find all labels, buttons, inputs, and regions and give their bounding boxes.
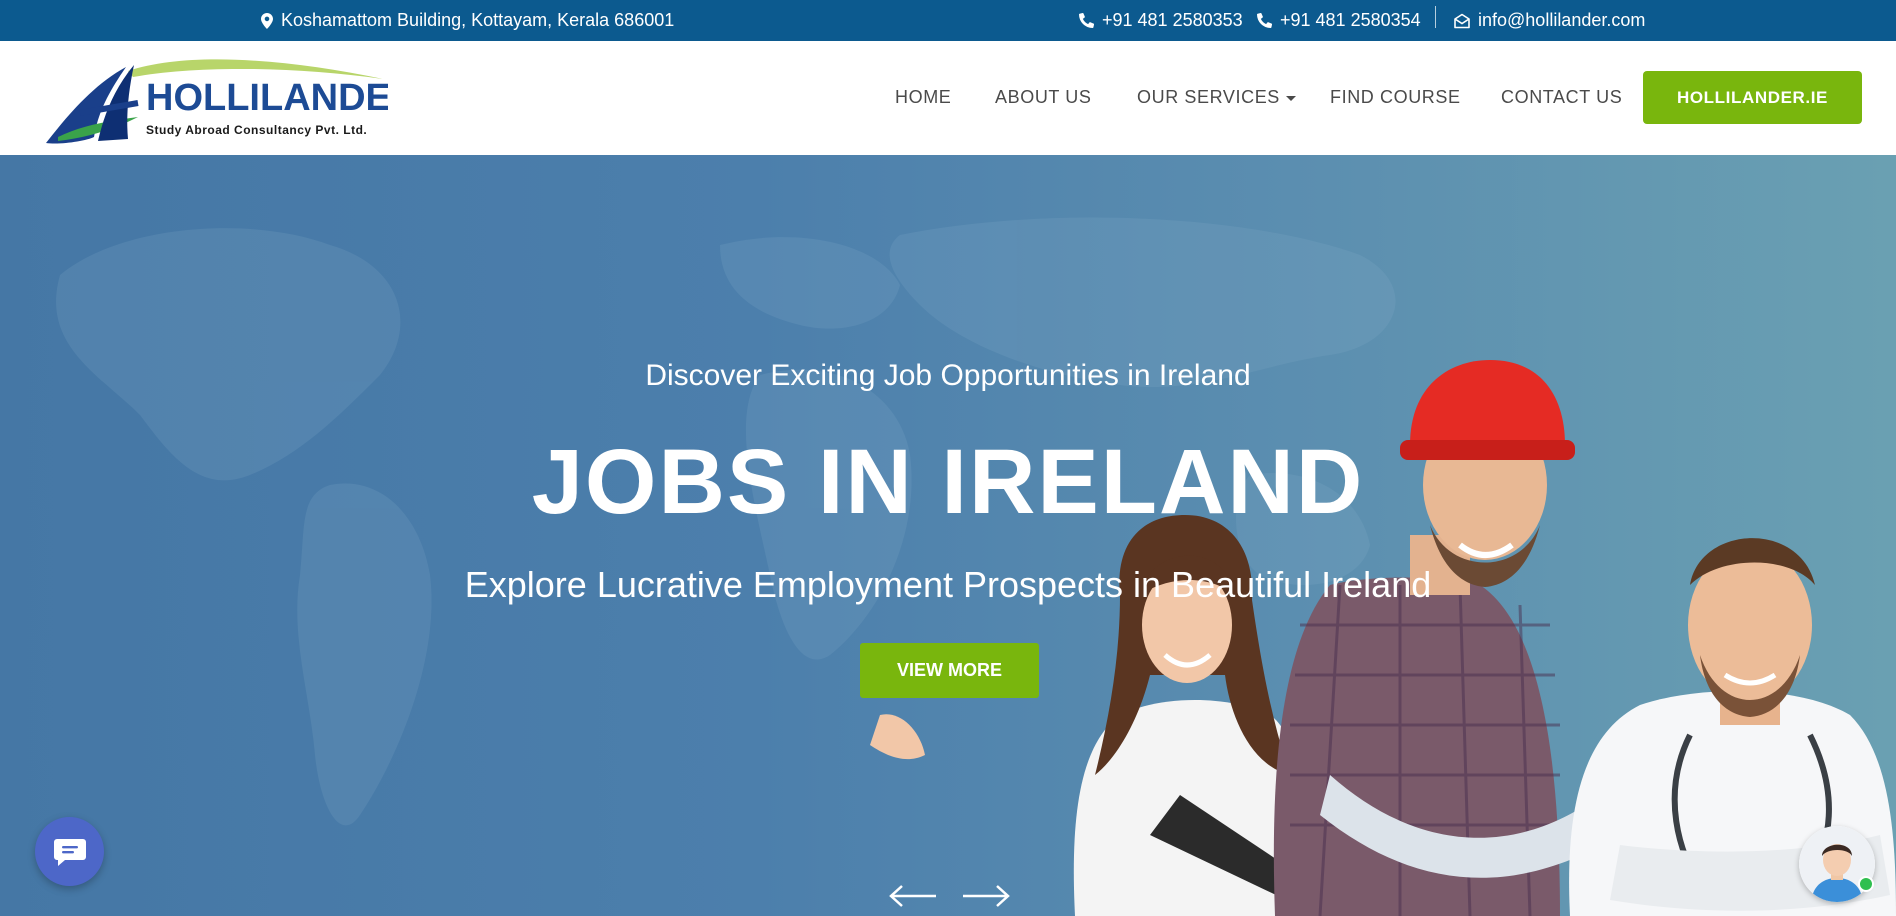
logo-brand-text: HOLLILANDER — [146, 77, 388, 119]
nav-our-services[interactable]: OUR SERVICES — [1137, 87, 1296, 108]
nav-contact-us[interactable]: CONTACT US — [1501, 87, 1622, 108]
phone-link-2[interactable]: +91 481 2580354 — [1257, 0, 1421, 41]
hollilander-ie-button[interactable]: HOLLILANDER.IE — [1643, 71, 1862, 124]
site-header: HOLLILANDER Study Abroad Consultancy Pvt… — [0, 41, 1896, 155]
nav-find-course[interactable]: FIND COURSE — [1330, 87, 1461, 108]
chat-widget-button[interactable] — [35, 817, 104, 886]
address-text: Koshamattom Building, Kottayam, Kerala 6… — [281, 10, 675, 30]
arrow-right-icon — [963, 885, 1010, 907]
phone-link-1[interactable]: +91 481 2580353 — [1079, 0, 1243, 41]
nav-our-services-label: OUR SERVICES — [1137, 87, 1280, 107]
phone-icon — [1257, 13, 1272, 28]
phone-number-2: +91 481 2580354 — [1280, 10, 1421, 30]
address-item: Koshamattom Building, Kottayam, Kerala 6… — [261, 0, 674, 41]
slider-next-arrow[interactable] — [961, 884, 1011, 908]
phone-icon — [1079, 13, 1094, 28]
hollilander-logo[interactable]: HOLLILANDER Study Abroad Consultancy Pvt… — [38, 55, 418, 145]
nav-about-us[interactable]: ABOUT US — [995, 87, 1092, 108]
phone-number-1: +91 481 2580353 — [1102, 10, 1243, 30]
chevron-down-icon — [1285, 95, 1296, 101]
chat-icon — [53, 838, 86, 866]
slider-prev-arrow[interactable] — [888, 884, 938, 908]
nav-home[interactable]: HOME — [895, 87, 951, 108]
online-status-indicator — [1858, 876, 1874, 892]
logo-tagline-text: Study Abroad Consultancy Pvt. Ltd. — [146, 123, 367, 137]
topbar-divider — [1435, 6, 1436, 28]
envelope-icon — [1454, 13, 1470, 29]
arrow-left-icon — [889, 885, 936, 907]
hero-title: JOBS IN IRELAND — [531, 431, 1365, 533]
view-more-button[interactable]: VIEW MORE — [860, 643, 1039, 698]
hero-subtitle: Discover Exciting Job Opportunities in I… — [645, 359, 1251, 392]
hero-slider: Discover Exciting Job Opportunities in I… — [0, 155, 1896, 916]
email-text: info@hollilander.com — [1478, 10, 1646, 30]
hero-background-image — [56, 217, 1896, 916]
email-link[interactable]: info@hollilander.com — [1454, 0, 1645, 41]
map-pin-icon — [261, 12, 273, 29]
hero-description: Explore Lucrative Employment Prospects i… — [464, 564, 1432, 605]
top-contact-bar: Koshamattom Building, Kottayam, Kerala 6… — [0, 0, 1896, 41]
